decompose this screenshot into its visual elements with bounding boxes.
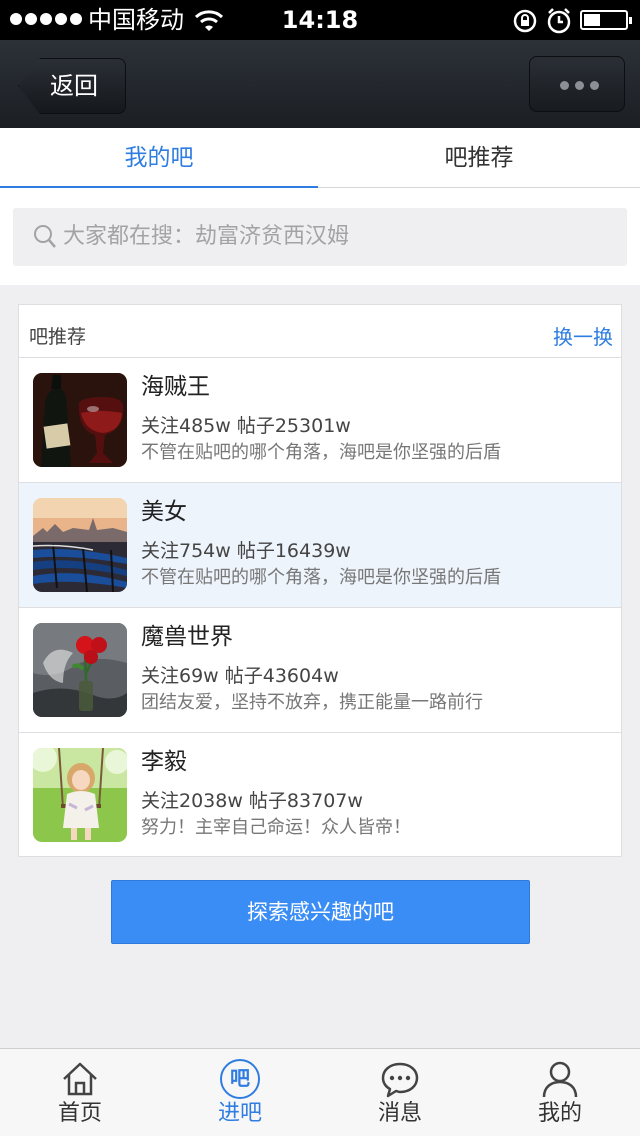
- rose-thumbnail: [33, 623, 127, 717]
- tab-ba-recommend-label: 吧推荐: [444, 145, 514, 171]
- ba-icon-text: 吧: [230, 1066, 250, 1090]
- search-placeholder: 大家都在搜：劫富济贫西汉姆: [63, 224, 350, 249]
- tab-profile[interactable]: 我的: [480, 1049, 640, 1136]
- ba-description: 不管在贴吧的哪个角落，海吧是你坚强的后盾: [141, 567, 501, 588]
- recommend-card: 吧推荐 换一换 海贼王 关注485w 帖子25301w 不管在贴吧的哪个角落，海…: [18, 304, 622, 857]
- more-button[interactable]: [529, 56, 625, 112]
- wine-thumbnail: [33, 373, 127, 467]
- ba-name: 魔兽世界: [141, 624, 233, 650]
- tab-ba-label: 进吧: [217, 1101, 262, 1126]
- ba-stats: 关注2038w 帖子83707w: [141, 790, 363, 812]
- explore-button[interactable]: 探索感兴趣的吧: [111, 880, 530, 944]
- ba-icon: 吧: [220, 1059, 260, 1099]
- ba-name: 海贼王: [141, 374, 210, 400]
- status-time: 14:18: [281, 6, 359, 34]
- more-dots-icon: [560, 81, 599, 90]
- girl-swing-thumbnail: [33, 748, 127, 842]
- recommend-header: 吧推荐 换一换: [19, 305, 621, 358]
- ba-name: 美女: [141, 499, 187, 525]
- back-button[interactable]: 返回: [18, 58, 126, 114]
- search-icon: [34, 225, 56, 248]
- tab-ba[interactable]: 吧 进吧: [160, 1049, 320, 1136]
- tab-my-ba-label: 我的吧: [124, 145, 194, 171]
- tab-home[interactable]: 首页: [0, 1049, 160, 1136]
- tab-my-ba[interactable]: 我的吧: [0, 128, 318, 189]
- refresh-link[interactable]: 换一换: [553, 323, 613, 351]
- tab-messages-label: 消息: [377, 1101, 422, 1126]
- ba-description: 不管在贴吧的哪个角落，海吧是你坚强的后盾: [141, 442, 501, 463]
- tab-messages[interactable]: 消息: [320, 1049, 480, 1136]
- rotation-lock-icon: [513, 9, 537, 33]
- segment-tabs: 我的吧 吧推荐: [0, 128, 640, 189]
- bottom-tab-bar: 首页 吧 进吧 消息 我的: [0, 1048, 640, 1136]
- profile-icon: [542, 1061, 578, 1098]
- list-item-meinv[interactable]: 美女 关注754w 帖子16439w 不管在贴吧的哪个角落，海吧是你坚强的后盾: [19, 483, 621, 608]
- back-button-label: 返回: [50, 72, 98, 100]
- alarm-icon: [547, 8, 571, 34]
- ba-stats: 关注69w 帖子43604w: [141, 665, 339, 687]
- gondola-thumbnail: [33, 498, 127, 592]
- tab-ba-recommend[interactable]: 吧推荐: [318, 128, 640, 188]
- home-icon: [63, 1062, 97, 1096]
- ba-stats: 关注754w 帖子16439w: [141, 540, 351, 562]
- list-item-moshoushijie[interactable]: 魔兽世界 关注69w 帖子43604w 团结友爱，坚持不放弃，携正能量一路前行: [19, 608, 621, 733]
- message-icon: [381, 1062, 419, 1098]
- ba-description: 努力！主宰自己命运！众人皆帝！: [141, 817, 411, 838]
- ba-description: 团结友爱，坚持不放弃，携正能量一路前行: [141, 692, 483, 713]
- battery-icon: [580, 10, 632, 30]
- search-section: 大家都在搜：劫富济贫西汉姆: [0, 188, 640, 285]
- recommend-title: 吧推荐: [29, 326, 87, 348]
- list-item-liyi[interactable]: 李毅 关注2038w 帖子83707w 努力！主宰自己命运！众人皆帝！: [19, 733, 621, 858]
- tab-home-label: 首页: [57, 1101, 102, 1126]
- status-bar: 中国移动 14:18: [0, 0, 640, 40]
- search-input[interactable]: 大家都在搜：劫富济贫西汉姆: [13, 208, 627, 266]
- list-item-haizeiwang[interactable]: 海贼王 关注485w 帖子25301w 不管在贴吧的哪个角落，海吧是你坚强的后盾: [19, 358, 621, 483]
- ba-name: 李毅: [141, 749, 187, 775]
- tab-profile-label: 我的: [537, 1101, 582, 1126]
- navigation-bar: 返回: [0, 40, 640, 128]
- ba-stats: 关注485w 帖子25301w: [141, 415, 351, 437]
